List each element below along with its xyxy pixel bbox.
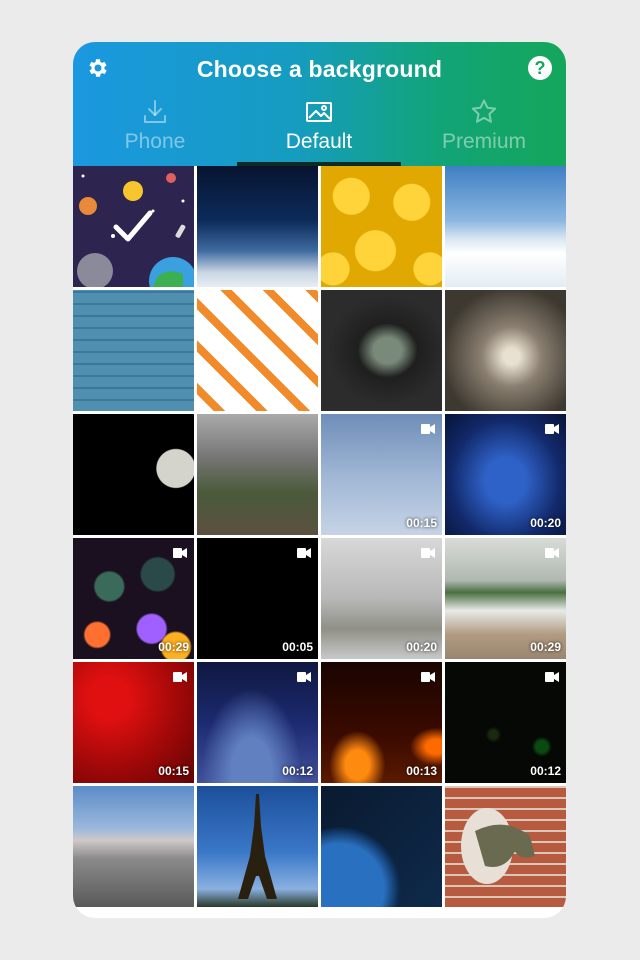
tab-label: Premium bbox=[441, 130, 526, 153]
header: Choose a background ? Phone Default Prem… bbox=[73, 42, 566, 166]
tile-space-planets[interactable] bbox=[73, 166, 194, 287]
video-duration: 00:12 bbox=[282, 764, 313, 778]
tab-bar: Phone Default Premium bbox=[73, 94, 566, 166]
tab-label: Default bbox=[285, 130, 353, 153]
video-duration: 00:29 bbox=[530, 640, 561, 654]
tile-tunnel-road[interactable] bbox=[321, 290, 442, 411]
tile-beach-waves[interactable]: 00:29 bbox=[445, 538, 566, 659]
video-duration: 00:12 bbox=[530, 764, 561, 778]
tile-blue-brick-wall[interactable] bbox=[73, 290, 194, 411]
video-duration: 00:13 bbox=[406, 764, 437, 778]
tab-phone[interactable]: Phone bbox=[73, 94, 237, 166]
video-camera-icon bbox=[421, 548, 435, 558]
tab-premium[interactable]: Premium bbox=[402, 94, 566, 166]
video-duration: 00:20 bbox=[530, 516, 561, 530]
tile-moon[interactable] bbox=[73, 414, 194, 535]
video-duration: 00:15 bbox=[158, 764, 189, 778]
dinosaur-thumbnail bbox=[461, 808, 535, 884]
tile-fire[interactable]: 00:13 bbox=[321, 662, 442, 783]
eiffel-tower-silhouette bbox=[238, 794, 277, 899]
background-picker-panel: Choose a background ? Phone Default Prem… bbox=[73, 42, 566, 918]
tile-stage-lights[interactable]: 00:12 bbox=[197, 662, 318, 783]
video-camera-icon bbox=[173, 548, 187, 558]
tab-default[interactable]: Default bbox=[237, 94, 401, 166]
tile-snow-fall[interactable]: 00:15 bbox=[321, 414, 442, 535]
tile-pizza-pattern[interactable] bbox=[197, 290, 318, 411]
video-camera-icon bbox=[297, 672, 311, 682]
tile-snowy-mountains[interactable] bbox=[445, 166, 566, 287]
video-duration: 00:29 bbox=[158, 640, 189, 654]
tile-snowy-trees[interactable]: 00:20 bbox=[321, 538, 442, 659]
video-camera-icon bbox=[545, 424, 559, 434]
page-title: Choose a background bbox=[196, 56, 443, 82]
video-camera-icon bbox=[545, 672, 559, 682]
tile-blue-glow[interactable]: 00:20 bbox=[445, 414, 566, 535]
tile-red-gradient[interactable]: 00:15 bbox=[73, 662, 194, 783]
question-icon[interactable]: ? bbox=[528, 56, 552, 80]
tile-eiffel-tower[interactable] bbox=[197, 786, 318, 907]
video-duration: 00:15 bbox=[406, 516, 437, 530]
video-camera-icon bbox=[545, 548, 559, 558]
tile-eiffel-aerial[interactable] bbox=[197, 414, 318, 535]
tile-earth-meteors[interactable] bbox=[321, 786, 442, 907]
checkmark-icon bbox=[113, 210, 153, 242]
tile-earth-horizon[interactable] bbox=[197, 166, 318, 287]
tab-label: Phone bbox=[124, 130, 186, 153]
tile-city-skyline[interactable] bbox=[73, 786, 194, 907]
video-camera-icon bbox=[173, 672, 187, 682]
tile-emoji-faces[interactable] bbox=[321, 166, 442, 287]
video-camera-icon bbox=[421, 672, 435, 682]
tile-stone-corridor[interactable] bbox=[445, 290, 566, 411]
video-camera-icon bbox=[421, 424, 435, 434]
video-camera-icon bbox=[297, 548, 311, 558]
video-duration: 00:20 bbox=[406, 640, 437, 654]
image-icon bbox=[306, 102, 332, 122]
download-icon bbox=[144, 100, 166, 123]
tile-bokeh-lights[interactable]: 00:29 bbox=[73, 538, 194, 659]
tile-black-screen[interactable]: 00:05 bbox=[197, 538, 318, 659]
video-duration: 00:05 bbox=[282, 640, 313, 654]
tile-dinosaur-wall[interactable] bbox=[445, 786, 566, 907]
star-icon bbox=[471, 99, 497, 123]
tile-dark-particles[interactable]: 00:12 bbox=[445, 662, 566, 783]
